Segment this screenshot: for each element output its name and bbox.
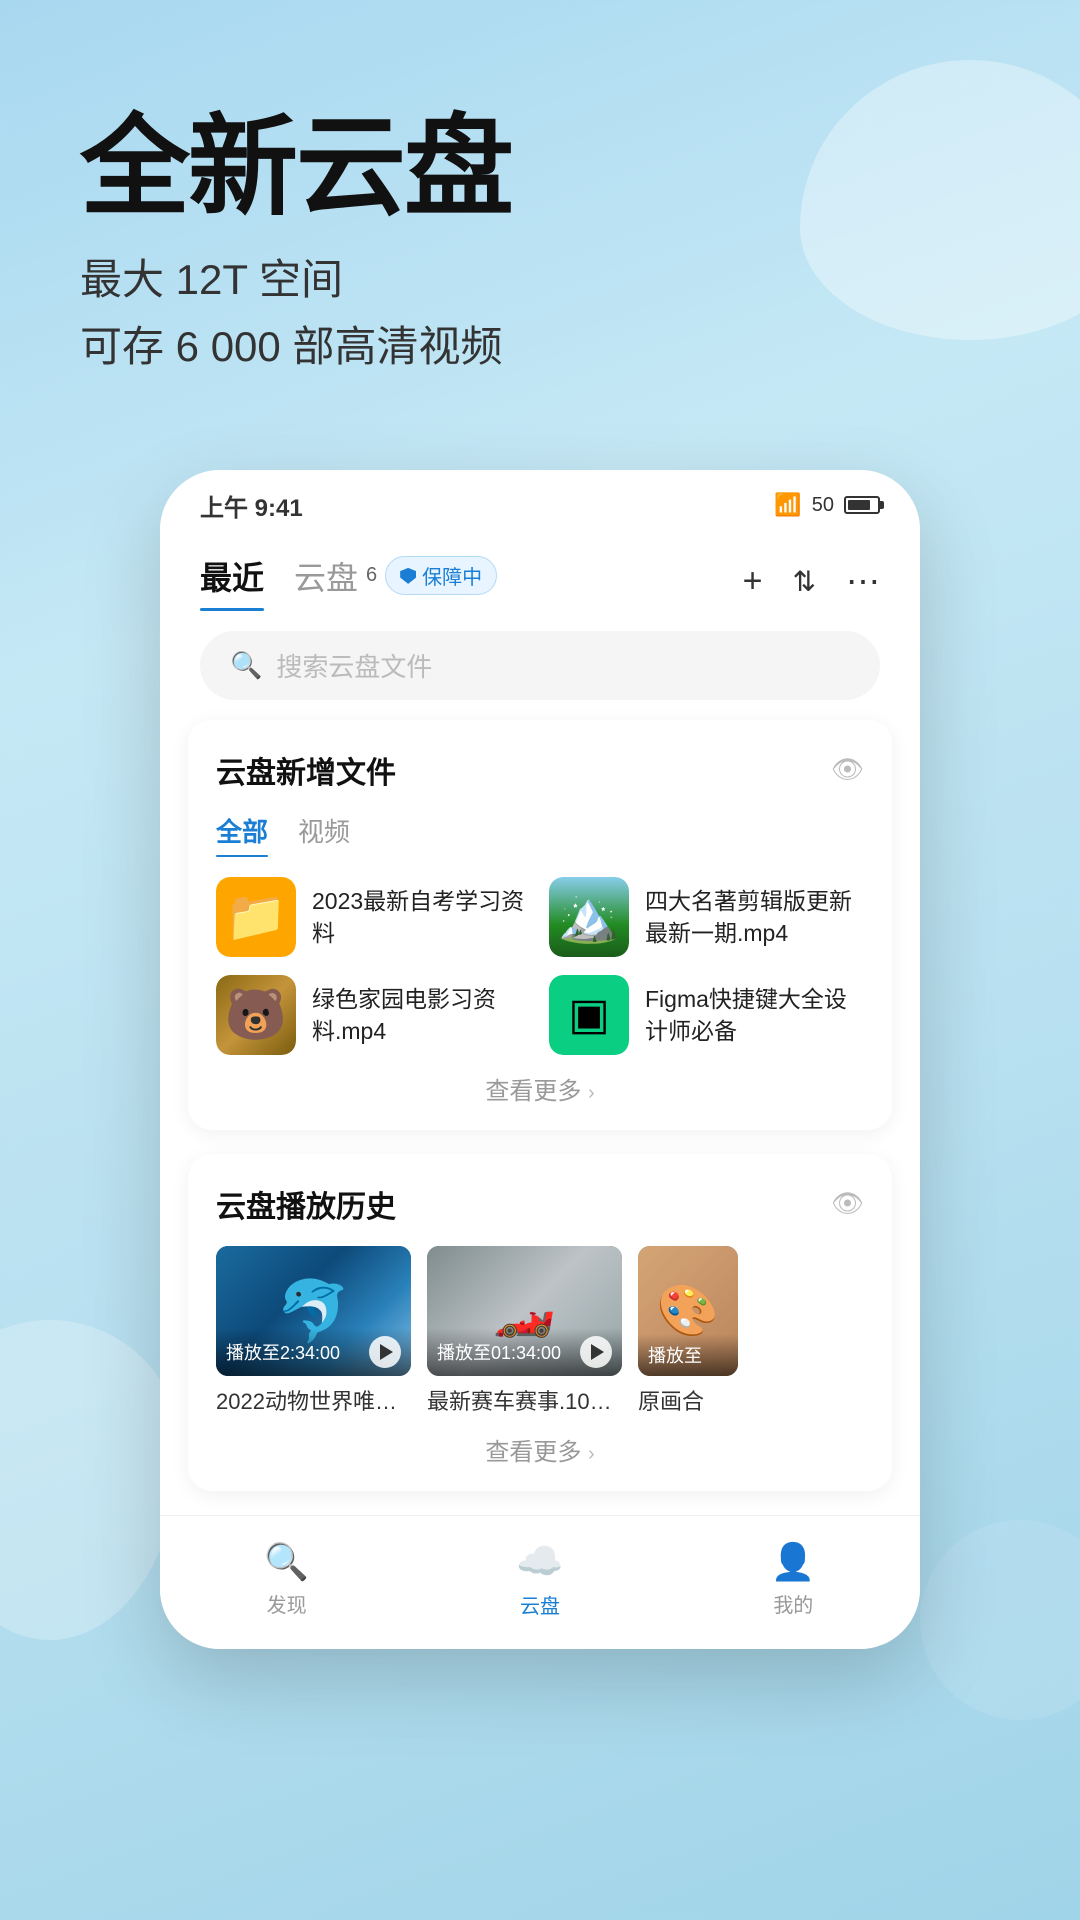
play-button[interactable]	[369, 1336, 401, 1368]
shield-icon	[400, 568, 416, 584]
file-thumbnail	[549, 877, 629, 957]
file-grid: 📁 2023最新自考学习资料 四大名著剪辑版更新最新一期.mp4	[216, 877, 864, 1055]
battery-fill	[848, 500, 870, 510]
playback-time: 播放至2:34:00	[226, 1339, 340, 1365]
history-section: 云盘播放历史 👁 播放至2:34:00 2022动	[188, 1154, 892, 1491]
profile-icon: 👤	[771, 1541, 816, 1583]
list-item[interactable]: 绿色家园电影习资料.mp4	[216, 975, 531, 1055]
file-thumbnail: ▣	[549, 975, 629, 1055]
play-icon	[591, 1344, 604, 1360]
file-thumbnail	[216, 975, 296, 1055]
file-info: 2023最新自考学习资料	[312, 885, 531, 949]
figma-icon: ▣	[568, 989, 610, 1040]
status-bar: 上午 9:41 📶 50	[160, 470, 920, 533]
new-files-section: 云盘新增文件 👁 全部 视频 📁	[188, 720, 892, 1130]
folder-icon: 📁	[225, 887, 287, 946]
file-info: Figma快捷键大全设计师必备	[645, 983, 864, 1047]
play-overlay: 播放至01:34:00	[427, 1328, 622, 1376]
history-item-title: 2022动物世界唯美...	[216, 1384, 411, 1416]
cloud-nav-icon: ☁️	[516, 1540, 563, 1584]
chevron-right-icon: ›	[588, 1082, 595, 1104]
list-item[interactable]: 播放至01:34:00 最新赛车赛事.1080P	[427, 1246, 622, 1416]
file-thumbnail: 📁	[216, 877, 296, 957]
play-overlay: 播放至	[638, 1334, 738, 1376]
search-container: 🔍 搜索云盘文件	[160, 611, 920, 720]
tab-cloud[interactable]: 云盘6 保障中	[294, 553, 497, 611]
more-button[interactable]: ⋯	[846, 562, 880, 602]
hero-section: 全新云盘 最大 12T 空间 可存 6 000 部高清视频	[0, 0, 1080, 440]
navigation-tabs: 最近 云盘6 保障中 + ⇅ ⋯	[160, 533, 920, 611]
file-info: 四大名著剪辑版更新最新一期.mp4	[645, 885, 864, 949]
file-name: 绿色家园电影习资料.mp4	[312, 983, 531, 1047]
playback-time: 播放至	[648, 1342, 702, 1368]
hero-subtitle-line2: 可存 6 000 部高清视频	[80, 313, 1000, 380]
phone-screen: 上午 9:41 📶 50 最近 云盘6 保障中 +	[160, 470, 920, 1649]
bottom-nav-cloud[interactable]: ☁️ 云盘	[413, 1540, 666, 1619]
history-item-title: 最新赛车赛事.1080P	[427, 1384, 622, 1416]
search-icon: 🔍	[230, 650, 262, 681]
battery-icon	[844, 496, 880, 514]
new-files-title: 云盘新增文件	[216, 748, 396, 792]
sort-button[interactable]: ⇅	[793, 565, 816, 598]
status-icons: 📶 50	[774, 492, 880, 518]
playback-time: 播放至01:34:00	[437, 1339, 561, 1365]
add-button[interactable]: +	[743, 562, 763, 601]
bottom-nav-profile-label: 我的	[773, 1589, 813, 1618]
list-item[interactable]: ▣ Figma快捷键大全设计师必备	[549, 975, 864, 1055]
play-button[interactable]	[580, 1336, 612, 1368]
hero-title: 全新云盘	[80, 110, 1000, 226]
file-tab-all[interactable]: 全部	[216, 812, 268, 857]
play-icon	[380, 1344, 393, 1360]
bottom-nav-discover-label: 发现	[267, 1589, 307, 1618]
file-tab-video[interactable]: 视频	[298, 812, 350, 857]
list-item[interactable]: 播放至2:34:00 2022动物世界唯美...	[216, 1246, 411, 1416]
phone-mockup: 上午 9:41 📶 50 最近 云盘6 保障中 +	[0, 470, 1080, 1649]
hero-subtitle: 最大 12T 空间 可存 6 000 部高清视频	[80, 246, 1000, 380]
bottom-nav-discover[interactable]: 🔍 发现	[160, 1541, 413, 1618]
history-header: 云盘播放历史 👁	[216, 1182, 864, 1226]
history-visibility-icon[interactable]: 👁	[831, 1188, 864, 1219]
bottom-navigation: 🔍 发现 ☁️ 云盘 👤 我的	[160, 1515, 920, 1649]
play-overlay: 播放至2:34:00	[216, 1328, 411, 1376]
file-name: Figma快捷键大全设计师必备	[645, 983, 864, 1047]
wifi-icon: 📶	[774, 492, 801, 518]
visibility-icon[interactable]: 👁	[831, 754, 864, 785]
status-time: 上午 9:41	[200, 488, 303, 523]
battery-level: 50	[812, 494, 834, 517]
tab-recent[interactable]: 最近	[200, 553, 264, 611]
list-item[interactable]: 播放至 原画合	[638, 1246, 738, 1416]
bottom-nav-profile[interactable]: 👤 我的	[667, 1541, 920, 1618]
history-item-title: 原画合	[638, 1384, 738, 1416]
cloud-badge: 6	[366, 564, 377, 587]
file-name: 2023最新自考学习资料	[312, 885, 531, 949]
nav-actions: + ⇅ ⋯	[743, 562, 880, 602]
history-title: 云盘播放历史	[216, 1182, 396, 1226]
search-bar[interactable]: 🔍 搜索云盘文件	[200, 631, 880, 700]
history-thumbnail: 播放至2:34:00	[216, 1246, 411, 1376]
protected-badge: 保障中	[385, 556, 497, 595]
new-files-header: 云盘新增文件 👁	[216, 748, 864, 792]
view-more-files[interactable]: 查看更多 ›	[216, 1055, 864, 1110]
discover-icon: 🔍	[264, 1541, 309, 1583]
history-thumbnail: 播放至	[638, 1246, 738, 1376]
bottom-nav-cloud-label: 云盘	[520, 1590, 560, 1619]
list-item[interactable]: 📁 2023最新自考学习资料	[216, 877, 531, 957]
file-type-tabs: 全部 视频	[216, 812, 864, 857]
history-thumbnail: 播放至01:34:00	[427, 1246, 622, 1376]
search-placeholder: 搜索云盘文件	[276, 647, 432, 684]
history-scroll: 播放至2:34:00 2022动物世界唯美... 播放至01:34:00	[216, 1246, 864, 1416]
list-item[interactable]: 四大名著剪辑版更新最新一期.mp4	[549, 877, 864, 957]
hero-subtitle-line1: 最大 12T 空间	[80, 246, 1000, 313]
chevron-right-icon: ›	[588, 1443, 595, 1465]
file-info: 绿色家园电影习资料.mp4	[312, 983, 531, 1047]
file-name: 四大名著剪辑版更新最新一期.mp4	[645, 885, 864, 949]
view-more-history[interactable]: 查看更多 ›	[216, 1416, 864, 1471]
